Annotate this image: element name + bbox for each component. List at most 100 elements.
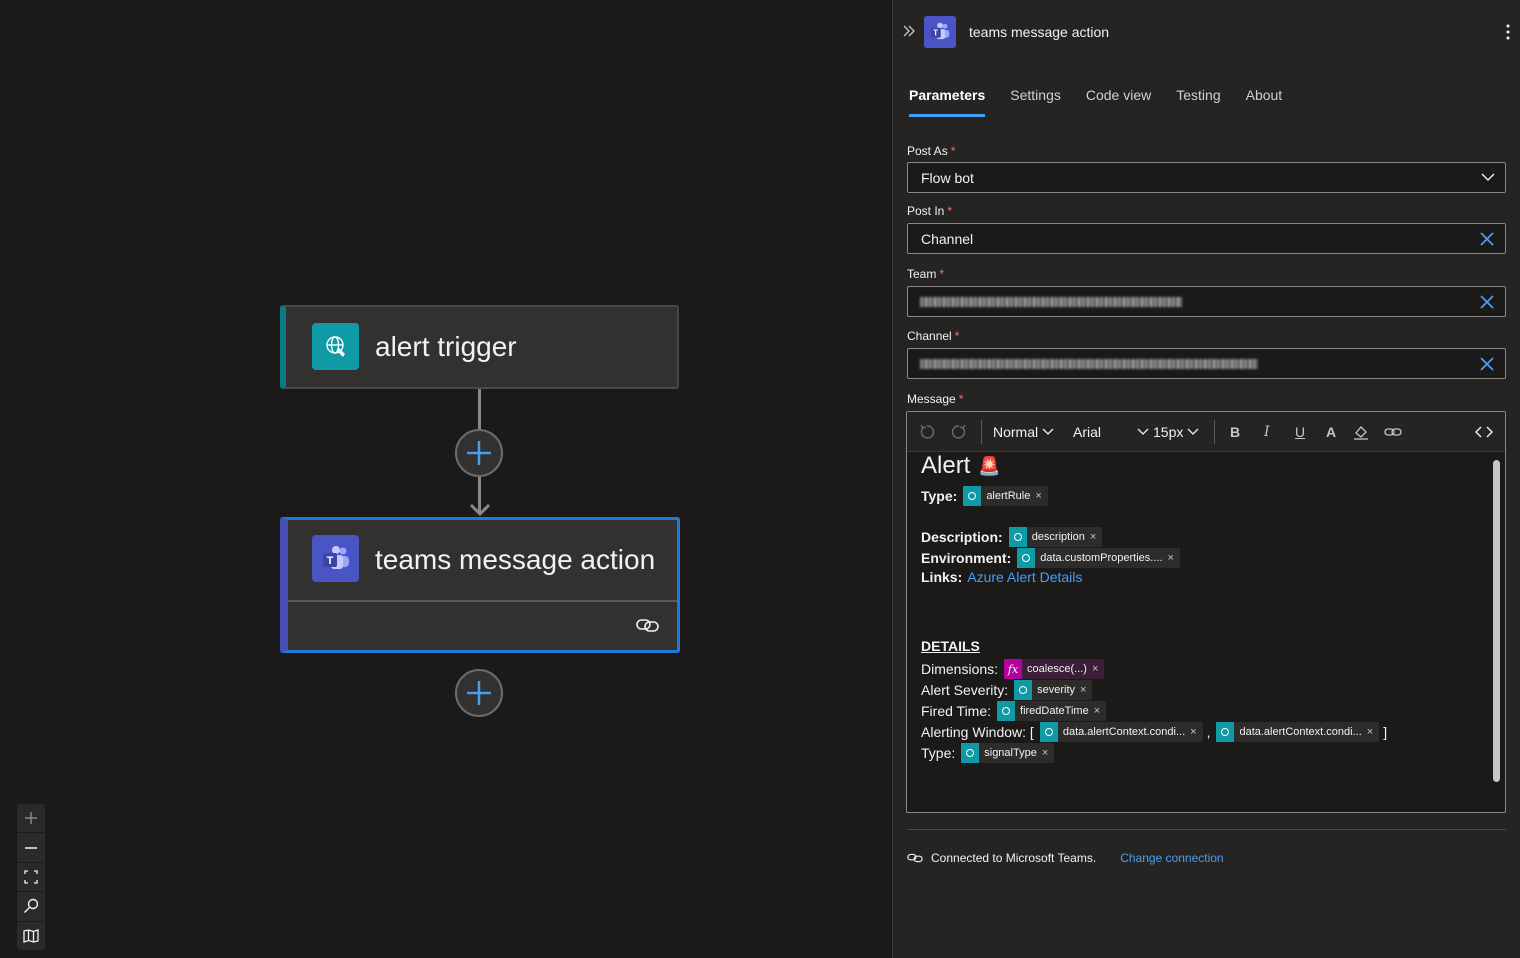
style-select[interactable]: Normal [993,424,1054,440]
post-in-field[interactable]: Channel [907,223,1506,254]
trigger-token-icon [997,701,1016,721]
minimap-icon[interactable] [17,922,45,950]
details-panel: T teams message action Parameters Settin… [892,0,1520,958]
clear-icon[interactable] [1479,231,1495,247]
remove-token-icon[interactable]: × [1092,663,1098,675]
font-color-icon[interactable]: A [1326,424,1336,440]
remove-token-icon[interactable]: × [1035,490,1041,502]
toolbar-separator [1214,420,1215,444]
underline-icon[interactable]: U [1295,424,1305,440]
node-title: teams message action [375,544,656,575]
expression-token[interactable]: fx coalesce(...) × [1004,659,1105,679]
tab-testing[interactable]: Testing [1176,87,1220,117]
size-select[interactable]: 15px [1153,424,1199,440]
dynamic-token[interactable]: data.alertContext.condi... × [1039,722,1203,742]
bold-icon[interactable]: B [1230,424,1240,440]
dynamic-token[interactable]: data.customProperties.... × [1017,548,1180,568]
collapse-panel-icon[interactable] [902,24,916,38]
remove-token-icon[interactable]: × [1168,552,1174,564]
signal-type-line: Type: signalType × [921,743,1055,763]
chevron-down-icon [1137,428,1149,435]
clear-icon[interactable] [1479,294,1495,310]
panel-title[interactable]: teams message action [969,24,1109,40]
zoom-out-icon[interactable] [17,833,45,863]
editor-content[interactable]: Alert 🚨 Type: alertRule × Description: de… [921,452,1485,812]
siren-emoji: 🚨 [978,455,1001,476]
editor-scrollbar[interactable] [1493,460,1500,782]
team-label: Team * [907,267,945,281]
remove-token-icon[interactable]: × [1190,726,1196,738]
fired-time-line: Fired Time: firedDateTime × [921,701,1107,721]
tab-code-view[interactable]: Code view [1086,87,1151,117]
trigger-token-icon [1008,527,1027,547]
redacted-value [920,359,1258,369]
team-field[interactable] [907,286,1506,317]
editor-toolbar: Normal Arial 15px B I U A [907,412,1505,452]
svg-text:T: T [933,29,938,38]
dynamic-token[interactable]: firedDateTime × [997,701,1107,721]
dynamic-token[interactable]: data.alertContext.condi... × [1216,722,1380,742]
undo-icon[interactable] [919,424,935,440]
channel-field[interactable] [907,348,1506,379]
chevron-down-icon [1187,428,1199,435]
alerting-window-line: Alerting Window: [ data.alertContext.con… [921,722,1388,742]
svg-text:T: T [326,555,333,567]
chevron-down-icon [1481,173,1495,181]
trigger-token-icon [1039,722,1058,742]
redo-icon[interactable] [951,424,967,440]
add-step-button[interactable] [455,429,503,477]
add-step-button[interactable] [455,669,503,717]
plus-icon [467,681,491,705]
search-icon[interactable] [17,892,45,922]
tab-about[interactable]: About [1246,87,1283,117]
more-options-icon[interactable] [1506,24,1510,40]
post-as-label: Post As * [907,144,956,158]
font-select[interactable]: Arial [1073,424,1149,440]
tab-parameters[interactable]: Parameters [909,87,986,117]
arrow-down-icon [469,503,491,517]
message-editor[interactable]: Normal Arial 15px B I U A Alert 🚨 Type: … [906,411,1506,813]
post-as-dropdown[interactable]: Flow bot [907,162,1506,193]
remove-token-icon[interactable]: × [1042,747,1048,759]
post-as-value: Flow bot [921,170,974,186]
channel-label: Channel * [907,329,960,343]
panel-divider [907,829,1506,830]
remove-token-icon[interactable]: × [1080,684,1086,696]
message-heading: Alert 🚨 [921,452,1001,479]
connection-status: Connected to Microsoft Teams. [931,851,1097,865]
remove-token-icon[interactable]: × [1090,531,1096,543]
node-divider [288,600,677,602]
action-node[interactable]: T teams message action [280,517,680,653]
chevron-down-icon [1042,428,1054,435]
clear-icon[interactable] [1479,356,1495,372]
dynamic-token[interactable]: severity × [1014,680,1093,700]
remove-token-icon[interactable]: × [1367,726,1373,738]
dynamic-token[interactable]: signalType × [961,743,1055,763]
connection-link-icon[interactable] [635,616,661,634]
teams-icon: T [924,16,956,48]
dynamic-token[interactable]: description × [1008,527,1103,547]
node-title: alert trigger [375,331,517,362]
teams-icon: T [312,535,359,582]
connector-line [478,389,481,429]
italic-icon[interactable]: I [1264,424,1270,440]
link-icon[interactable] [1384,426,1402,438]
tab-settings[interactable]: Settings [1010,87,1061,117]
designer-canvas: alert trigger T teams message action [0,0,892,958]
canvas-controls [17,804,45,950]
remove-token-icon[interactable]: × [1094,705,1100,717]
links-line: Links: Azure Alert Details [921,569,1083,585]
connection-info: Connected to Microsoft Teams. Change con… [907,851,1224,865]
zoom-in-icon[interactable] [17,804,45,834]
type-line: Type: alertRule × [921,486,1048,506]
post-in-value: Channel [921,231,974,247]
highlight-icon[interactable] [1353,424,1369,440]
fit-view-icon[interactable] [17,863,45,893]
trigger-node[interactable]: alert trigger [280,305,679,389]
code-view-icon[interactable] [1475,426,1493,438]
description-line: Description: description × [921,527,1103,547]
azure-alert-link[interactable]: Azure Alert Details [967,569,1082,585]
dynamic-token[interactable]: alertRule × [963,486,1048,506]
severity-line: Alert Severity: severity × [921,680,1093,700]
change-connection-link[interactable]: Change connection [1120,851,1223,865]
